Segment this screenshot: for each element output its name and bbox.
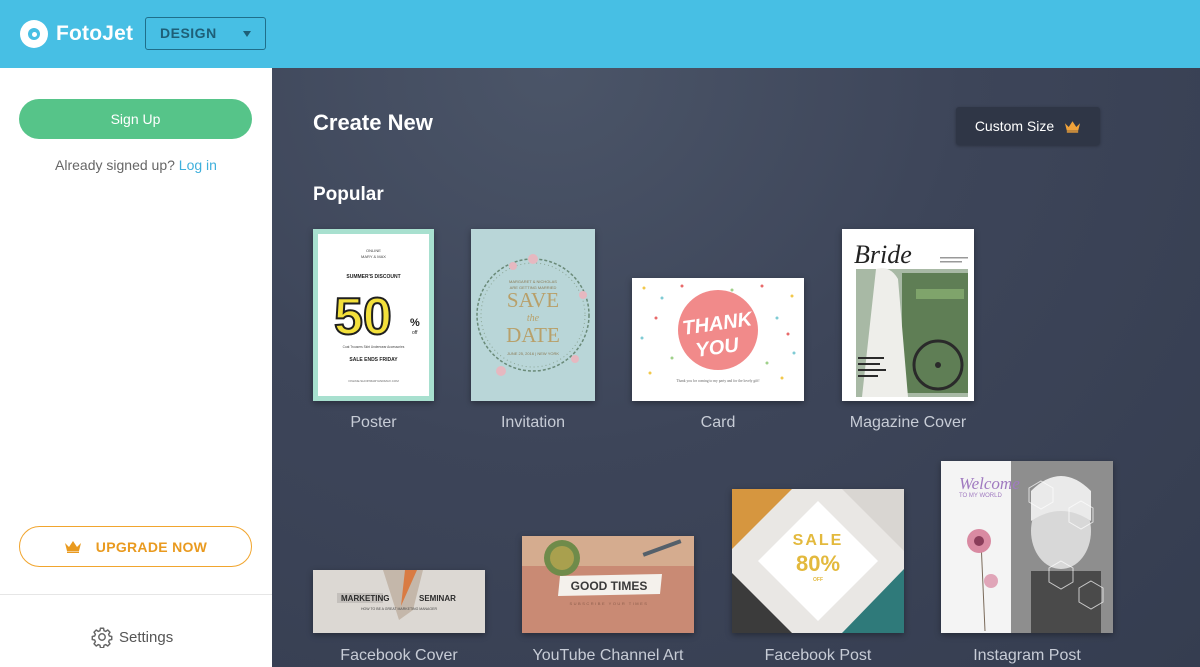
design-dropdown-value: DESIGN (160, 25, 217, 41)
template-label: Magazine Cover (849, 414, 967, 431)
caret-down-icon (243, 31, 251, 37)
crown-icon (64, 541, 81, 553)
template-facebook-post[interactable]: SALE 80% OFF Facebook Post (732, 489, 904, 667)
instagram-welcome: Welcome (959, 474, 1020, 493)
template-label: Instagram Post (973, 647, 1081, 664)
template-label: Card (700, 414, 736, 431)
top-bar: FotoJet DESIGN (0, 0, 1200, 68)
facebook-cover-thumbnail: MARKETING SEMINAR HOW TO BE A GREAT MARK… (313, 570, 485, 633)
template-poster[interactable]: ONLINE MARY & MAX SUMMER'S DISCOUNT 50 %… (313, 229, 434, 439)
template-label: Invitation (500, 414, 566, 431)
youtube-sub: SUBSCRIBE YOUR TIMES (570, 601, 649, 606)
poster-categories: Coat Trousers Skirt Underwear Accessorie… (343, 345, 405, 349)
gear-icon (91, 627, 113, 648)
custom-size-label: Custom Size (974, 118, 1055, 134)
youtube-channel-art-thumbnail: GOOD TIMES SUBSCRIBE YOUR TIMES (522, 536, 694, 633)
poster-off: off (412, 330, 418, 336)
magazine-cover-thumbnail: Bride (842, 229, 974, 401)
template-label: Facebook Cover (340, 647, 458, 664)
poster-url: ONLINE.SHOP/MARYANDMAX.COM (348, 379, 399, 383)
template-label: Facebook Post (764, 647, 872, 664)
instagram-post-thumbnail: Welcome TO MY WORLD (941, 461, 1113, 633)
already-signed-up-text: Already signed up? (55, 157, 175, 173)
main-content: Create New Custom Size Popular ONLINE MA… (272, 68, 1200, 667)
template-label: Poster (350, 414, 397, 431)
facebook-post-thumbnail: SALE 80% OFF (732, 489, 904, 633)
settings-label: Settings (119, 628, 174, 646)
poster-big-number: 50 (334, 288, 392, 346)
invitation-thumbnail: MARGARET & NICHOLAS ARE GETTING MARRIED … (471, 229, 595, 401)
template-card[interactable]: THANK YOU Thank you for coming to my par… (632, 278, 804, 439)
template-invitation[interactable]: MARGARET & NICHOLAS ARE GETTING MARRIED … (471, 229, 595, 439)
fb-post-percent: 80% (796, 551, 840, 576)
design-dropdown[interactable]: DESIGN (145, 17, 266, 50)
poster-top2: MARY & MAX (361, 254, 386, 259)
template-magazine-cover[interactable]: Bride Magazine Cover (842, 229, 974, 439)
magazine-title: Bride (854, 240, 912, 269)
template-youtube-channel-art[interactable]: GOOD TIMES SUBSCRIBE YOUR TIMES YouTube … (522, 536, 694, 667)
fotojet-logo[interactable]: FotoJet (20, 19, 133, 49)
invitation-names: MARGARET & NICHOLAS (509, 279, 557, 284)
fb-post-sale: SALE (793, 532, 844, 549)
sidebar-divider (0, 594, 272, 595)
poster-thumbnail: ONLINE MARY & MAX SUMMER'S DISCOUNT 50 %… (313, 229, 434, 401)
settings-button[interactable]: Settings (91, 626, 173, 648)
card-message: Thank you for coming to my party and for… (676, 379, 759, 383)
login-prompt: Already signed up? Log in (0, 157, 272, 173)
upgrade-now-button[interactable]: UPGRADE NOW (19, 526, 252, 567)
poster-discount: SUMMER'S DISCOUNT (346, 274, 400, 280)
poster-top1: ONLINE (366, 248, 381, 253)
sign-up-button[interactable]: Sign Up (19, 99, 252, 139)
fb-cover-right: SEMINAR (419, 594, 456, 603)
invitation-save: SAVE (507, 288, 559, 312)
invitation-when: JUNE 25, 2016 | NEW YORK (507, 351, 559, 356)
template-facebook-cover[interactable]: MARKETING SEMINAR HOW TO BE A GREAT MARK… (313, 570, 485, 667)
poster-sale-ends: SALE ENDS FRIDAY (349, 357, 398, 363)
create-new-heading: Create New (313, 110, 433, 135)
poster-percent: % (410, 317, 420, 329)
fb-post-off: OFF (813, 577, 823, 583)
log-in-link[interactable]: Log in (179, 157, 217, 173)
sidebar: Sign Up Already signed up? Log in UPGRAD… (0, 68, 272, 667)
fb-cover-sub: HOW TO BE A GREAT MARKETING MANAGER (361, 607, 437, 611)
fb-cover-left: MARKETING (341, 594, 389, 603)
fotojet-logo-icon (20, 20, 48, 48)
invitation-date: DATE (506, 323, 560, 347)
logo-text: FotoJet (56, 22, 134, 45)
instagram-world: TO MY WORLD (959, 493, 1002, 499)
upgrade-now-label: UPGRADE NOW (95, 538, 208, 555)
youtube-title: GOOD TIMES (571, 579, 648, 593)
popular-heading: Popular (313, 184, 384, 205)
template-label: YouTube Channel Art (532, 647, 684, 664)
custom-size-button[interactable]: Custom Size (956, 107, 1100, 145)
card-thumbnail: THANK YOU Thank you for coming to my par… (632, 278, 804, 401)
crown-icon (1065, 120, 1081, 133)
template-instagram-post[interactable]: Welcome TO MY WORLD Instagram Post (941, 461, 1113, 667)
